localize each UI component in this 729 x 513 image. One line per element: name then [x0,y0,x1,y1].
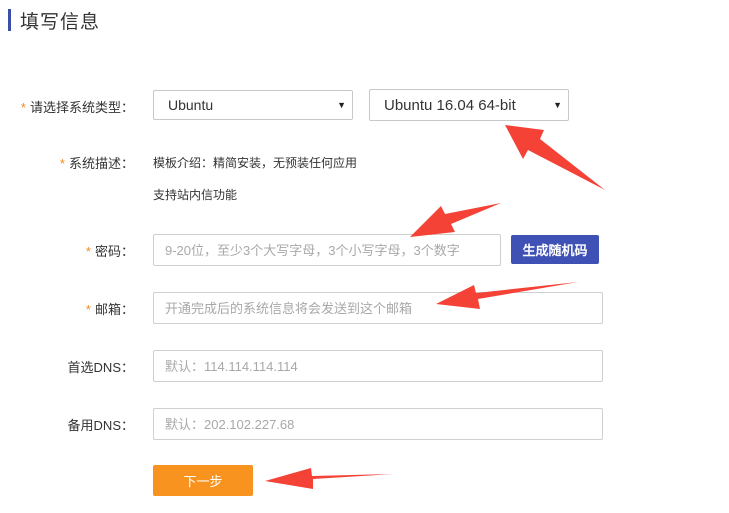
password-label: * 密码： [85,244,134,259]
annotation-arrow-icon [265,468,394,489]
required-mark: * [85,302,91,317]
caret-down-icon: ▼ [337,100,346,110]
description-label: * 系统描述： [59,156,134,171]
annotation-arrow-icon [505,125,605,190]
os-version-value: Ubuntu 16.04 64-bit [384,96,516,114]
next-step-button[interactable]: 下一步 [153,465,253,496]
title-accent-bar [8,9,11,31]
dns-primary-label: 首选DNS： [67,360,134,375]
password-input[interactable] [153,234,501,266]
description-line-1: 模板介绍：精简安装，无预装任何应用 [153,156,358,170]
email-label: * 邮箱： [85,302,134,317]
os-type-label: * 请选择系统类型： [20,100,134,115]
os-version-select[interactable]: Ubuntu 16.04 64-bit ▼ [369,89,569,121]
annotation-arrow-icon [410,203,501,237]
email-input[interactable] [153,292,603,324]
page-header: 填写信息 [8,8,101,33]
generate-password-button[interactable]: 生成随机码 [511,235,599,264]
dns-primary-input[interactable] [153,350,603,382]
os-type-select[interactable]: Ubuntu ▼ [153,90,353,120]
required-mark: * [59,156,65,171]
required-mark: * [85,244,91,259]
os-type-value: Ubuntu [168,97,214,113]
description-line-2: 支持站内信功能 [153,188,238,202]
page-title: 填写信息 [20,11,101,33]
dns-secondary-label: 备用DNS： [67,418,134,433]
caret-down-icon: ▼ [553,100,562,110]
dns-secondary-input[interactable] [153,408,603,440]
required-mark: * [20,100,26,115]
